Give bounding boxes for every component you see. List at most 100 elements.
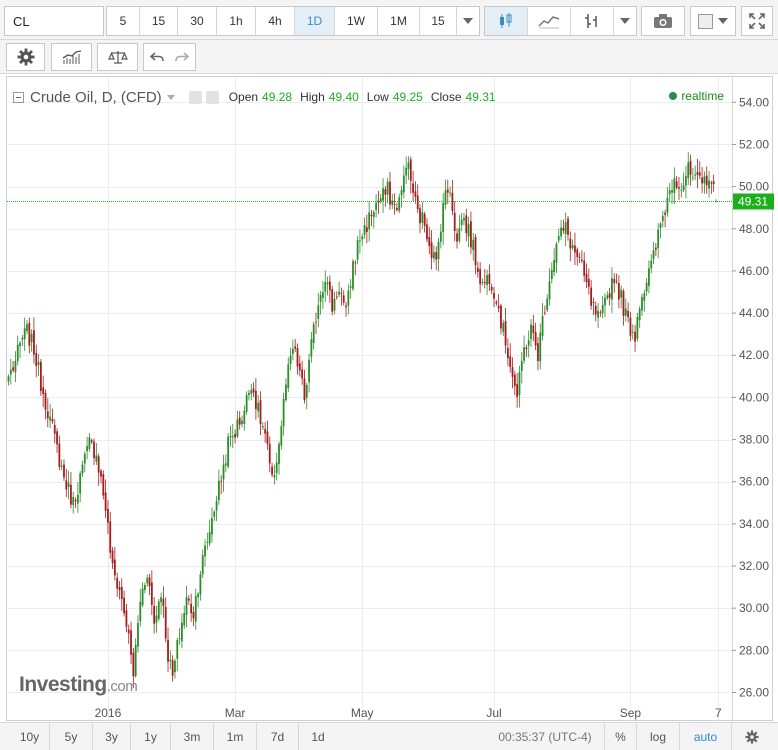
candle-body [296, 348, 299, 367]
timeframe-1h-button[interactable]: 1h [217, 7, 256, 35]
candle [213, 509, 216, 522]
auto-scale-button[interactable]: auto [679, 723, 731, 750]
visibility-icon[interactable] [188, 90, 202, 104]
timeframe-1d-button[interactable]: 1D [295, 7, 335, 35]
candle [137, 615, 139, 653]
candle [659, 222, 662, 239]
candle-body [479, 269, 482, 285]
candle-body [35, 353, 38, 366]
candle [703, 171, 706, 194]
color-picker-button[interactable] [690, 6, 736, 36]
symbol-input[interactable]: CL [4, 6, 104, 36]
candle [377, 190, 380, 214]
compare-button[interactable] [97, 43, 138, 71]
candle-body [123, 597, 125, 614]
timeframe-30min-button[interactable]: 30 [178, 7, 217, 35]
percent-scale-button[interactable]: % [604, 723, 636, 750]
candle [587, 268, 590, 295]
candle [691, 167, 694, 181]
timeframe-15min-button[interactable]: 15 [140, 7, 178, 35]
candle [285, 378, 287, 402]
candle [576, 247, 579, 266]
redo-icon[interactable] [174, 50, 190, 64]
timeframe-5min-button[interactable]: 5 [107, 7, 140, 35]
candle [654, 242, 657, 257]
candle [372, 209, 375, 229]
gear-icon[interactable] [205, 90, 219, 104]
range-10y-button[interactable]: 10y [10, 723, 50, 750]
candle [597, 303, 599, 329]
candle [120, 578, 123, 611]
candle [414, 181, 417, 204]
screenshot-button[interactable] [641, 6, 685, 36]
scale-settings-button[interactable] [731, 723, 771, 750]
candle [280, 420, 283, 450]
candle-body [127, 629, 130, 634]
candle-body [506, 348, 509, 359]
candlestick-chart-button[interactable] [485, 7, 528, 35]
investing-logo: Investing.com [19, 673, 138, 696]
candle-body [171, 660, 174, 676]
candle-body [241, 420, 243, 425]
area-chart-button[interactable] [528, 7, 571, 35]
range-3m-button[interactable]: 3m [171, 723, 214, 750]
timeframe-4h-button[interactable]: 4h [256, 7, 295, 35]
timeframe-dropdown-button[interactable] [457, 7, 479, 35]
candle [557, 228, 560, 244]
candle-body [537, 343, 539, 361]
candle [104, 479, 107, 519]
range-1y-button[interactable]: 1y [131, 723, 171, 750]
candle [328, 275, 331, 303]
undo-icon[interactable] [149, 50, 165, 64]
range-3y-button[interactable]: 3y [93, 723, 131, 750]
candle [685, 165, 687, 199]
candle-body [338, 291, 341, 295]
timeframe-custom-button[interactable]: 15 [420, 7, 457, 35]
candle [60, 459, 63, 471]
chart-area[interactable]: 54.00 52.00 50.00 48.00 46.00 44.00 42.00 40.00… [6, 76, 774, 722]
fullscreen-button[interactable] [741, 6, 773, 36]
instrument-title[interactable]: Crude Oil, D, (CFD) [30, 89, 162, 106]
candle [537, 337, 539, 371]
range-7d-button[interactable]: 7d [257, 723, 299, 750]
settings-button[interactable] [6, 43, 45, 71]
candle [130, 621, 132, 664]
candle [594, 301, 597, 322]
candle [63, 459, 65, 481]
candle-body [604, 297, 606, 306]
timeframe-1m-button[interactable]: 1M [378, 7, 420, 35]
chart-type-dropdown-button[interactable] [614, 7, 636, 35]
candle-body [597, 310, 599, 318]
candle [470, 211, 472, 255]
candle-body [419, 208, 421, 224]
candle-body [93, 441, 95, 459]
range-1m-button[interactable]: 1m [214, 723, 257, 750]
candle [592, 297, 595, 316]
candle [617, 275, 620, 309]
candle-body [523, 347, 525, 361]
chevron-down-icon[interactable] [166, 94, 175, 100]
candle [504, 307, 507, 354]
collapse-legend-icon[interactable] [13, 91, 24, 103]
candle [44, 389, 47, 420]
candle [446, 179, 449, 205]
bar-chart-button[interactable] [571, 7, 614, 35]
candle [222, 454, 225, 492]
candle [451, 179, 454, 216]
candle-body [416, 195, 419, 210]
candle [396, 202, 398, 212]
candle [608, 287, 611, 306]
candle-body [541, 316, 544, 336]
range-5y-button[interactable]: 5y [50, 723, 93, 750]
candle [116, 572, 119, 597]
timeframe-1w-button[interactable]: 1W [335, 7, 378, 35]
candle-body [652, 250, 655, 260]
candle [416, 184, 419, 214]
log-scale-button[interactable]: log [636, 723, 679, 750]
range-1d-button[interactable]: 1d [299, 723, 337, 750]
candle-body [511, 367, 514, 377]
indicators-button[interactable] [51, 43, 92, 71]
candle [516, 373, 519, 408]
candle-body [72, 497, 75, 505]
price-chart[interactable]: 54.00 52.00 50.00 48.00 46.00 44.00 42.00 40.00… [7, 77, 774, 722]
